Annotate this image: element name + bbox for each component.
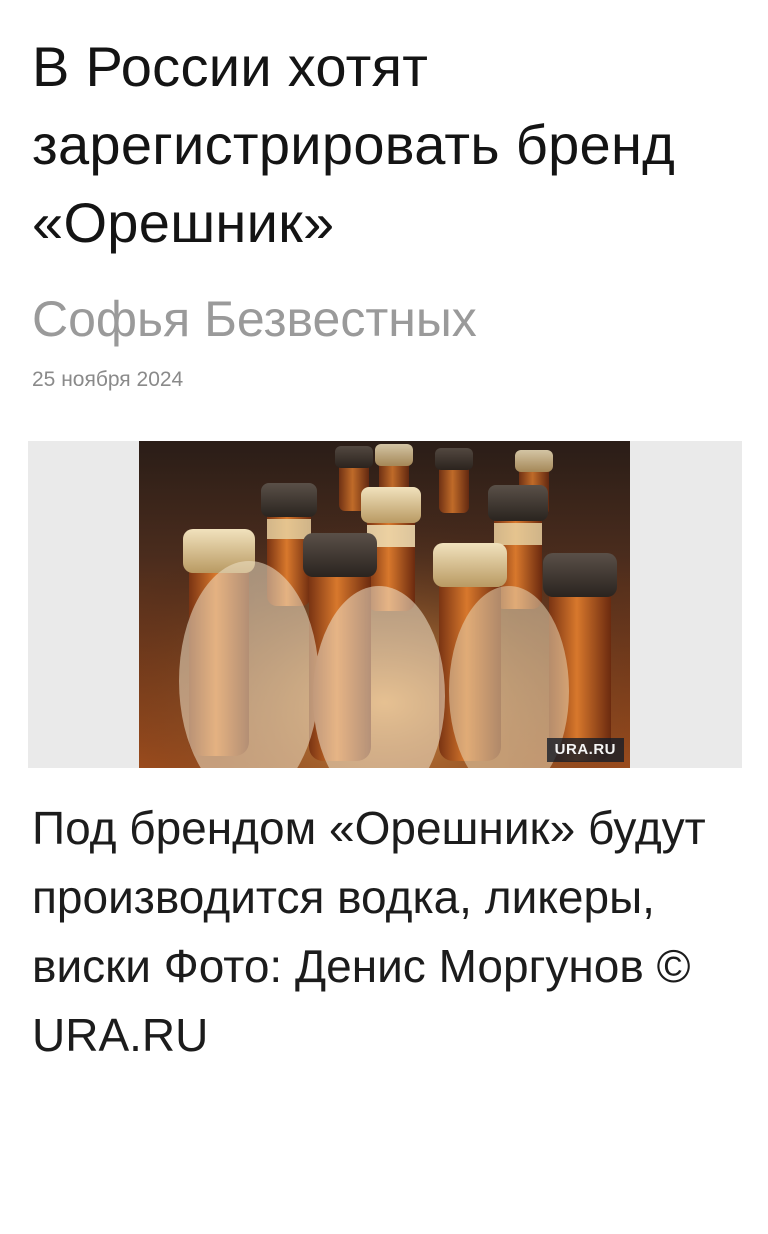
photo-caption: Под брендом «Орешник» будут производится… bbox=[32, 802, 706, 1061]
article: В России хотят зарегистрировать бренд «О… bbox=[0, 0, 768, 1234]
article-headline: В России хотят зарегистрировать бренд «О… bbox=[32, 35, 676, 254]
bottles-photo[interactable]: URA.RU bbox=[139, 441, 630, 768]
article-author[interactable]: Софья Безвестных bbox=[32, 288, 732, 350]
article-photo-frame[interactable]: URA.RU bbox=[28, 441, 742, 768]
article-date: 25 ноября 2024 bbox=[32, 368, 184, 391]
photo-watermark: URA.RU bbox=[546, 738, 624, 762]
bottles-icon bbox=[139, 441, 630, 768]
